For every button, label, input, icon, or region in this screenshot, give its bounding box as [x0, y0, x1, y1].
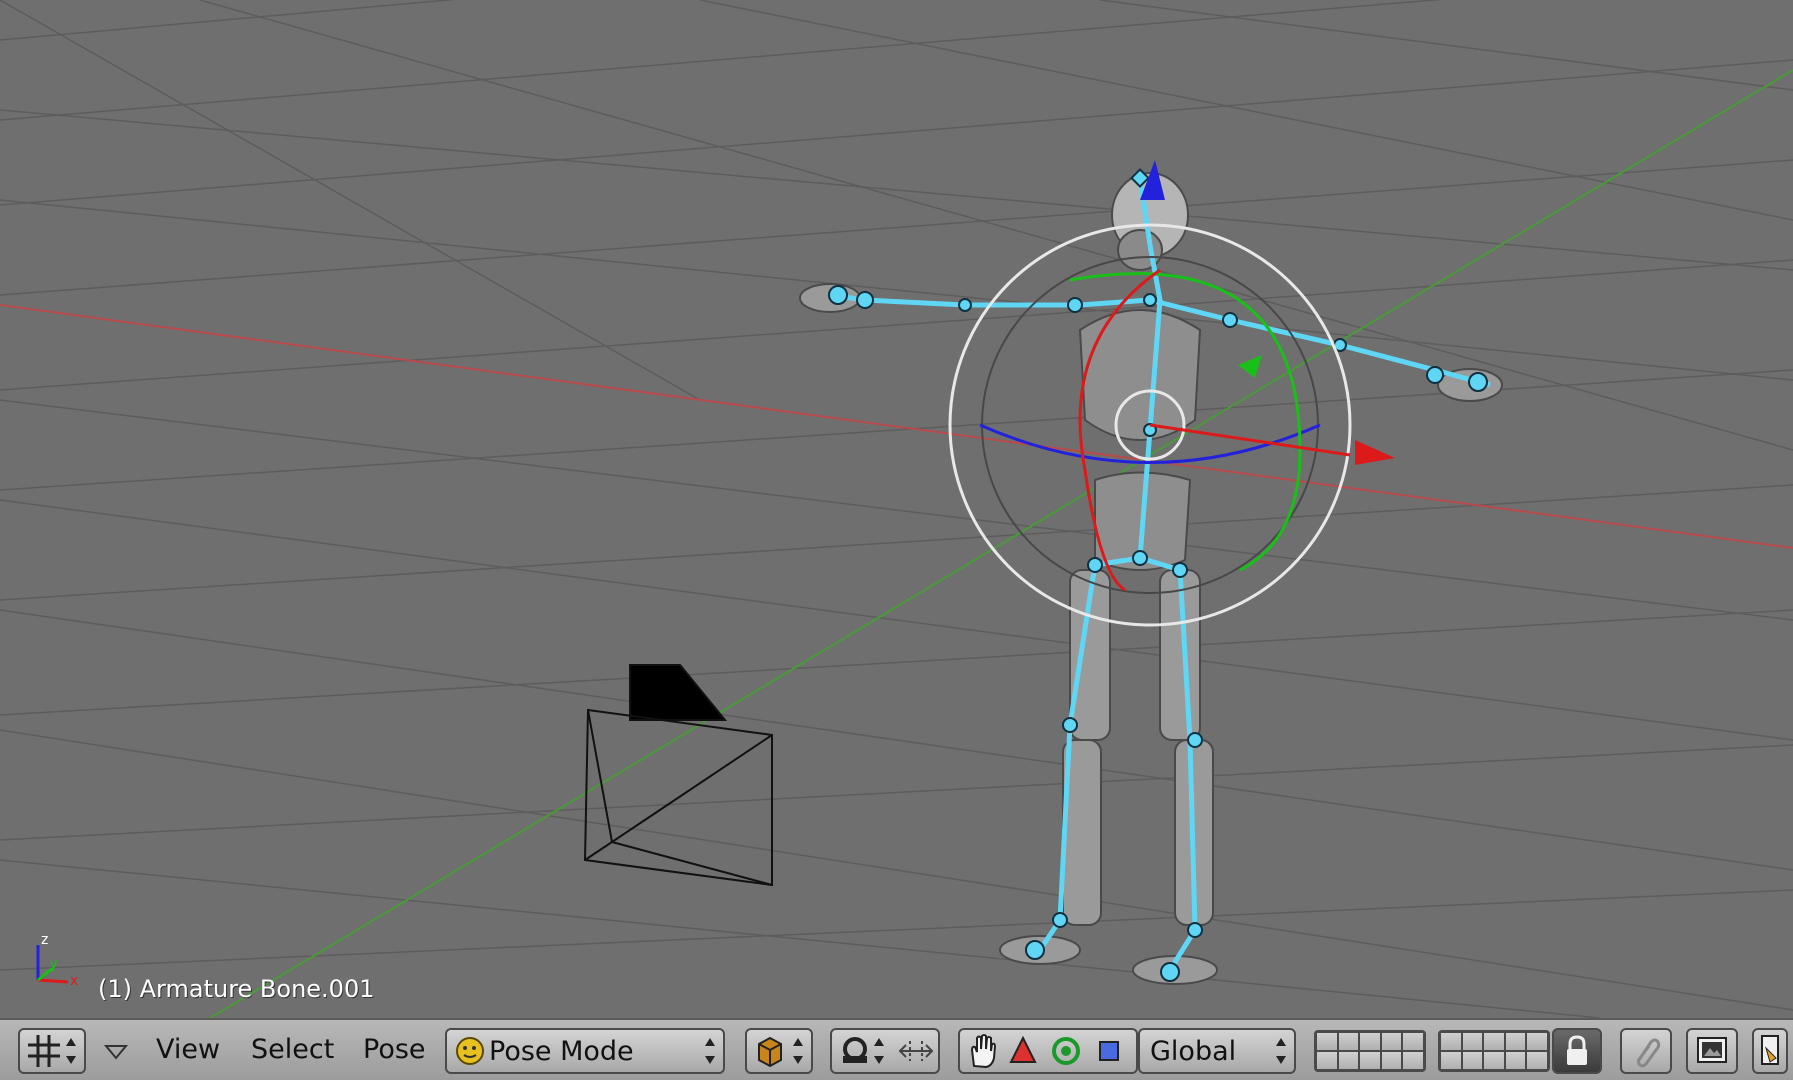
lock-icon	[1567, 1035, 1587, 1065]
layer-button[interactable]	[1381, 1033, 1402, 1050]
selector-arrows-icon	[874, 1038, 884, 1064]
layer-button[interactable]	[1505, 1033, 1526, 1050]
layer-button[interactable]	[1505, 1052, 1526, 1069]
layer-button[interactable]	[1403, 1033, 1423, 1050]
selector-arrows-icon	[1276, 1038, 1286, 1064]
axis-orientation-widget: z y x	[36, 932, 78, 989]
layer-button[interactable]	[1403, 1052, 1423, 1069]
scale-icon[interactable]	[1096, 1038, 1122, 1064]
svg-text:y: y	[50, 957, 58, 972]
menu-collapse-triangle-icon[interactable]	[104, 1044, 128, 1060]
layer-button[interactable]	[1462, 1052, 1483, 1069]
3d-viewport[interactable]: z y x (1) Armature Bone.001	[0, 0, 1793, 1018]
x-axis-line	[0, 304, 1793, 549]
scene-canvas[interactable]	[0, 0, 1793, 1018]
layer-button[interactable]	[1527, 1033, 1547, 1050]
pivot-options-icon[interactable]	[896, 1036, 936, 1066]
layer-button[interactable]	[1360, 1052, 1380, 1069]
pin-button[interactable]	[1752, 1028, 1788, 1074]
render-button[interactable]	[1686, 1028, 1738, 1074]
floor-grid	[0, 0, 1793, 1018]
link-button[interactable]	[1620, 1028, 1672, 1074]
layer-button[interactable]	[1462, 1033, 1483, 1050]
hand-icon[interactable]	[964, 1032, 1002, 1070]
pivot-icon	[843, 1037, 867, 1063]
layer-button[interactable]	[1360, 1033, 1380, 1050]
layer-button[interactable]	[1441, 1052, 1461, 1069]
layer-button[interactable]	[1317, 1033, 1337, 1050]
rotate-icon[interactable]	[1050, 1035, 1082, 1067]
render-icon	[1697, 1037, 1727, 1063]
layer-buttons-group-2	[1438, 1030, 1550, 1072]
layer-buttons-group-1	[1314, 1030, 1426, 1072]
lock-button[interactable]	[1552, 1028, 1602, 1074]
solid-cube-icon	[758, 1036, 782, 1068]
selector-arrows-icon	[793, 1038, 803, 1064]
mode-label: Pose Mode	[489, 1036, 634, 1067]
svg-text:z: z	[41, 932, 48, 948]
manipulator-group	[958, 1028, 1138, 1074]
layer-button[interactable]	[1484, 1052, 1504, 1069]
pin-icon	[1761, 1035, 1779, 1065]
layer-button[interactable]	[1441, 1033, 1461, 1050]
translate-icon[interactable]	[1008, 1036, 1038, 1066]
menu-select[interactable]: Select	[251, 1034, 334, 1065]
layer-button[interactable]	[1338, 1033, 1359, 1050]
link-icon	[1637, 1038, 1661, 1068]
editor-type-selector[interactable]	[18, 1028, 86, 1074]
layer-button[interactable]	[1484, 1033, 1504, 1050]
layer-button[interactable]	[1317, 1052, 1337, 1069]
3d-view-header: View Select Pose Pose Mode Global	[0, 1018, 1793, 1080]
draw-type-selector[interactable]	[745, 1028, 813, 1074]
orientation-label: Global	[1150, 1036, 1237, 1067]
armature-bones	[829, 177, 1491, 972]
svg-text:x: x	[70, 973, 78, 989]
pivot-selector[interactable]	[830, 1028, 940, 1074]
mode-selector[interactable]: Pose Mode	[445, 1028, 725, 1074]
y-axis-line	[209, 69, 1793, 1018]
viewport-info-text: (1) Armature Bone.001	[98, 975, 375, 1003]
layer-button[interactable]	[1338, 1052, 1359, 1069]
layer-button[interactable]	[1527, 1052, 1547, 1069]
menu-pose[interactable]: Pose	[363, 1034, 426, 1065]
transform-orientation-selector[interactable]: Global	[1138, 1028, 1296, 1074]
selector-arrows-icon	[705, 1038, 715, 1064]
layer-button[interactable]	[1381, 1052, 1402, 1069]
menu-view[interactable]: View	[156, 1034, 220, 1065]
selector-arrows-icon	[66, 1038, 76, 1064]
pose-mode-icon	[456, 1037, 484, 1065]
grid-icon	[28, 1035, 60, 1067]
